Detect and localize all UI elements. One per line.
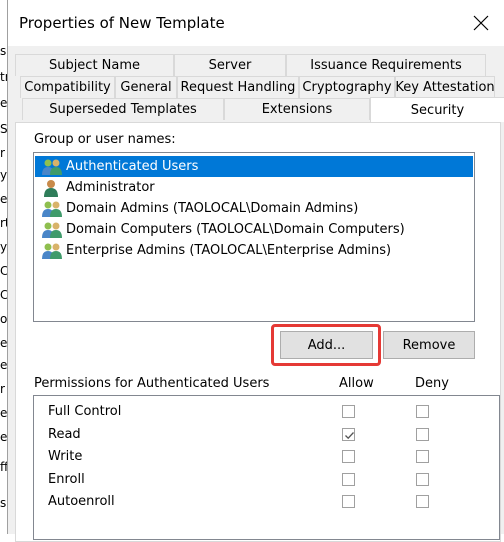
deny-checkbox[interactable] [416,450,429,463]
title-bar: Properties of New Template [8,0,504,46]
tab-subject-name[interactable]: Subject Name [15,54,174,76]
list-item-administrator[interactable]: Administrator [35,177,473,198]
tab-request-handling[interactable]: Request Handling [177,76,299,98]
add-button-highlight [271,324,381,366]
tab-cryptography[interactable]: Cryptography [299,76,395,98]
user-icon [41,179,63,197]
allow-checkbox[interactable] [342,495,355,508]
group-icon [41,200,63,218]
deny-column-header: Deny [415,376,449,391]
list-item-authenticated-users[interactable]: Authenticated Users [35,156,473,177]
group-user-names-label: Group or user names: [34,132,176,147]
permission-row: Full Control [34,401,499,423]
tab-issuance-requirements[interactable]: Issuance Requirements [286,54,486,76]
list-item-label: Domain Computers (TAOLOCAL\Domain Comput… [66,222,405,237]
list-item-domain-computers[interactable]: Domain Computers (TAOLOCAL\Domain Comput… [35,219,473,240]
list-item-label: Enterprise Admins (TAOLOCAL\Enterprise A… [66,243,392,258]
group-icon [41,158,63,176]
permission-name: Write [48,449,83,464]
permission-name: Enroll [48,471,85,487]
tab-compatibility[interactable]: Compatibility [20,76,115,98]
permissions-list: Full Control Read Write Enroll Autoenroll [33,395,500,540]
remove-button[interactable]: Remove [383,331,475,359]
tab-security[interactable]: Security [370,97,504,122]
allow-checkbox[interactable] [342,427,355,441]
permission-row: Enroll [34,469,499,491]
allow-checkbox[interactable] [342,450,355,463]
list-item-label: Authenticated Users [66,159,199,174]
allow-checkbox[interactable] [342,472,355,486]
permission-row: Write [34,446,499,468]
tab-key-attestation[interactable]: Key Attestation [395,76,495,98]
tab-general[interactable]: General [115,76,177,98]
user-list[interactable]: Authenticated Users Administrator Domain… [33,152,475,322]
allow-column-header: Allow [339,376,374,391]
deny-checkbox[interactable] [416,495,429,508]
deny-checkbox[interactable] [416,427,429,441]
permission-name: Autoenroll [48,494,115,509]
permission-name: Full Control [48,404,122,419]
permission-row: Autoenroll [34,491,499,513]
group-icon [41,242,63,260]
permission-row: Read [34,424,499,446]
tab-extensions[interactable]: Extensions [224,98,370,120]
list-item-label: Domain Admins (TAOLOCAL\Domain Admins) [66,201,359,216]
permission-name: Read [48,426,81,442]
deny-checkbox[interactable] [416,472,429,486]
tab-superseded-templates[interactable]: Superseded Templates [22,98,224,120]
tab-server[interactable]: Server [174,54,286,76]
allow-checkbox[interactable] [342,405,355,418]
permissions-label: Permissions for Authenticated Users [34,376,270,391]
deny-checkbox[interactable] [416,405,429,418]
list-item-domain-admins[interactable]: Domain Admins (TAOLOCAL\Domain Admins) [35,198,473,219]
group-icon [41,221,63,239]
close-icon[interactable] [468,10,494,36]
list-item-label: Administrator [66,180,155,195]
list-item-enterprise-admins[interactable]: Enterprise Admins (TAOLOCAL\Enterprise A… [35,240,473,261]
window-title: Properties of New Template [19,14,225,32]
